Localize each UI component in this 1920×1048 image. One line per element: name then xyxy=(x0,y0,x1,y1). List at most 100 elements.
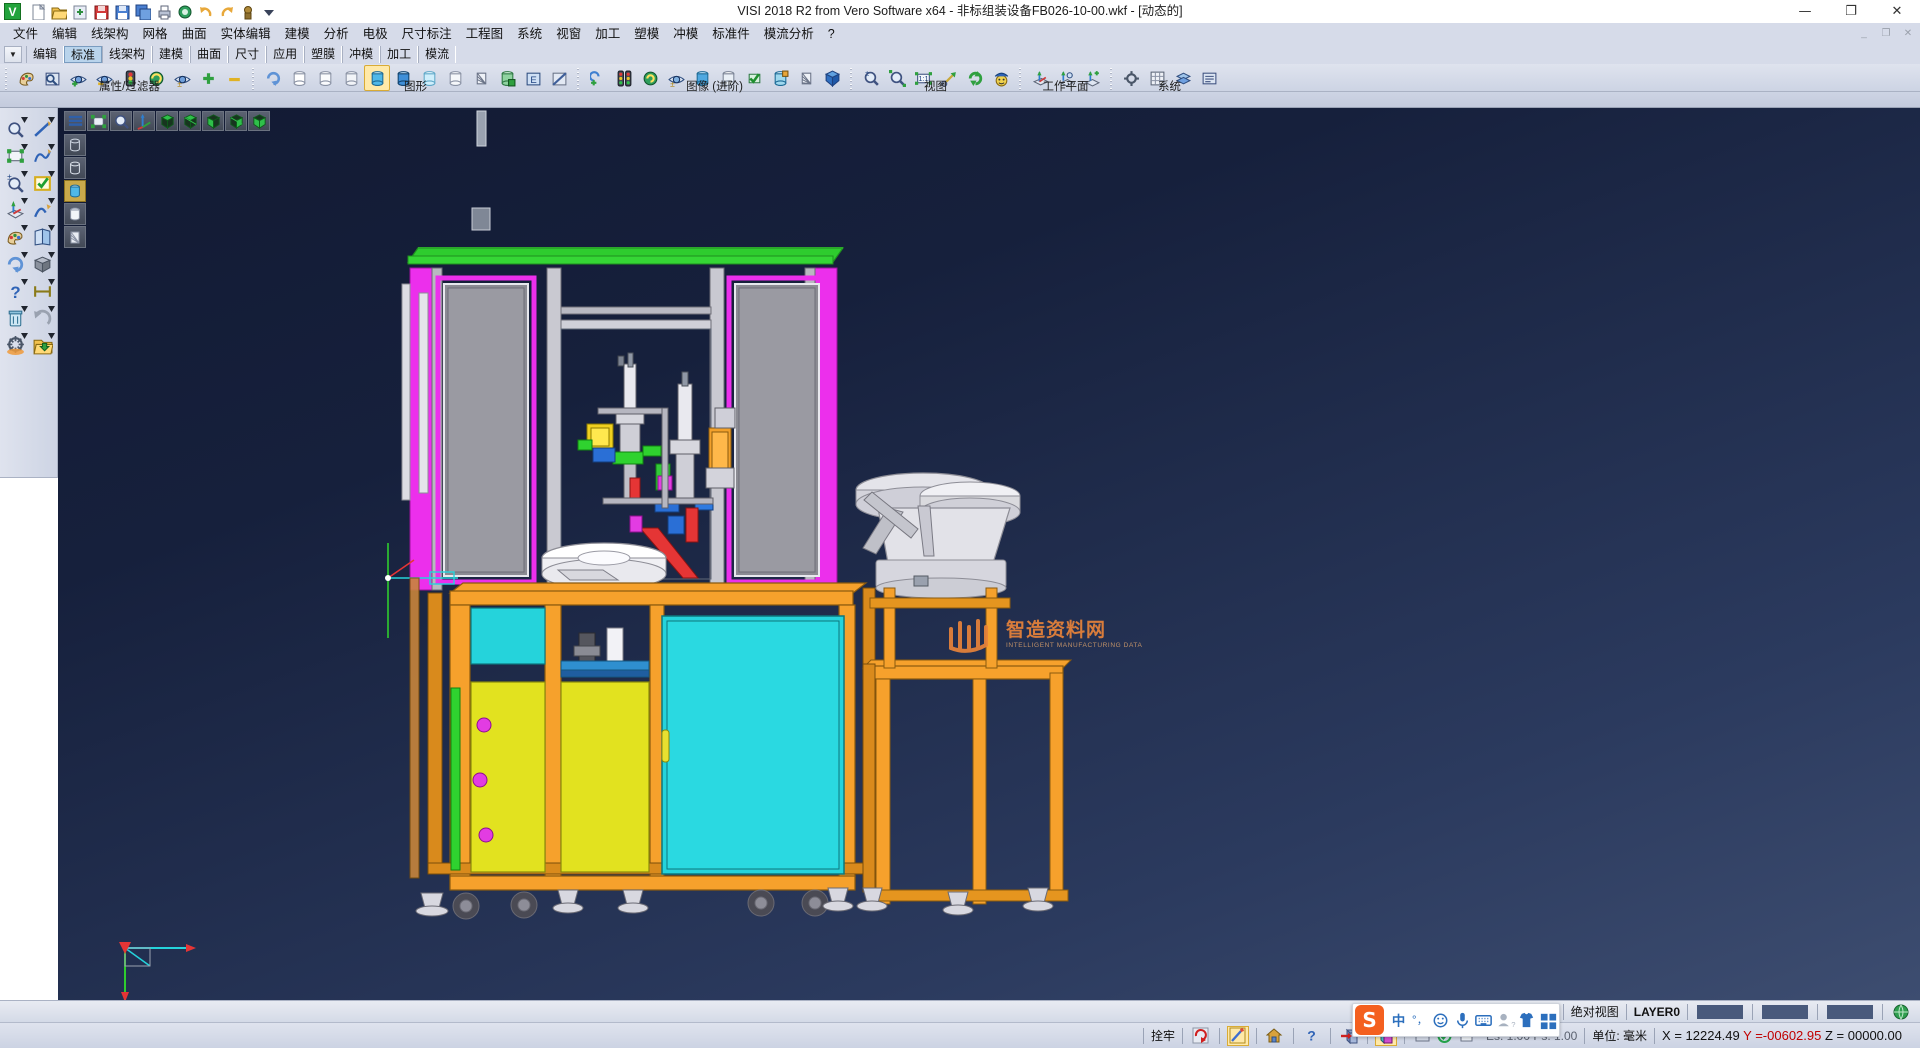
new-document-icon[interactable] xyxy=(27,2,48,21)
menu-standard-parts[interactable]: 标准件 xyxy=(705,24,757,44)
ribbon-tab-1[interactable]: 标准 xyxy=(64,46,102,63)
rotate-refresh-icon[interactable] xyxy=(962,65,988,91)
solid-color-icon[interactable] xyxy=(494,65,520,91)
undo-arrow-icon[interactable] xyxy=(29,305,56,332)
menu-analysis[interactable]: 分析 xyxy=(317,24,356,44)
ime-keyboard[interactable] xyxy=(1473,1005,1494,1035)
top-view-icon[interactable] xyxy=(179,111,201,131)
help-question-icon[interactable]: ? xyxy=(2,278,29,305)
zoom-tool-icon[interactable] xyxy=(2,116,29,143)
print-icon[interactable] xyxy=(153,2,174,21)
doc-minimize-button[interactable]: _ xyxy=(1854,26,1874,41)
render-off-icon[interactable] xyxy=(546,65,572,91)
menu-progress-die[interactable]: 冲模 xyxy=(666,24,705,44)
ribbon-tab-10[interactable]: 模流 xyxy=(418,46,456,63)
color-paint-icon[interactable] xyxy=(2,224,29,251)
ribbon-group-grip[interactable] xyxy=(4,66,9,90)
menu-machining[interactable]: 加工 xyxy=(588,24,627,44)
save-all-icon[interactable] xyxy=(132,2,153,21)
sogou-ime-toolbar[interactable]: S 中°，? xyxy=(1352,1003,1560,1037)
print-preview-icon[interactable] xyxy=(174,2,195,21)
close-button[interactable]: ✕ xyxy=(1874,0,1920,23)
spline-edit-icon[interactable] xyxy=(29,143,56,170)
check-green-icon[interactable] xyxy=(741,65,767,91)
section-icon[interactable] xyxy=(468,65,494,91)
tab-dropdown-icon[interactable]: ▼ xyxy=(4,46,22,63)
ime-toolbox[interactable] xyxy=(1538,1005,1559,1035)
ribbon-group-grip[interactable] xyxy=(849,66,854,90)
menu-system[interactable]: 系统 xyxy=(510,24,549,44)
fit-window-icon[interactable] xyxy=(87,111,109,131)
edge-color-icon[interactable]: E xyxy=(520,65,546,91)
ime-skin[interactable] xyxy=(1516,1005,1537,1035)
list-view-icon[interactable] xyxy=(64,111,86,131)
menu-electrode[interactable]: 电极 xyxy=(356,24,395,44)
menu-file[interactable]: 文件 xyxy=(6,24,45,44)
shade-face-icon[interactable] xyxy=(988,65,1014,91)
measure-distance-icon[interactable] xyxy=(29,278,56,305)
regen-icon[interactable] xyxy=(260,65,286,91)
layer-book-icon[interactable] xyxy=(29,224,56,251)
menu-drawing[interactable]: 工程图 xyxy=(459,24,511,44)
undo-icon[interactable] xyxy=(195,2,216,21)
shaded-mode-icon[interactable] xyxy=(64,180,86,202)
menu-dimension[interactable]: 尺寸标注 xyxy=(395,24,459,44)
ribbon-tab-2[interactable]: 线架构 xyxy=(102,46,152,63)
check-approve-icon[interactable] xyxy=(29,170,56,197)
globe-icon[interactable] xyxy=(1890,1002,1912,1022)
zoom-plus-icon[interactable]: ± xyxy=(2,170,29,197)
open-file-icon[interactable] xyxy=(29,332,56,359)
ribbon-tab-3[interactable]: 建模 xyxy=(152,46,190,63)
render-wheel-icon[interactable] xyxy=(2,332,29,359)
ime-user[interactable]: ? xyxy=(1495,1005,1516,1035)
save-icon[interactable] xyxy=(90,2,111,21)
select-window-icon[interactable] xyxy=(2,143,29,170)
status-view-mode[interactable]: 绝对视图 xyxy=(1571,1003,1619,1020)
hidden-line-grey-icon[interactable] xyxy=(338,65,364,91)
ribbon-group-grip[interactable] xyxy=(251,66,256,90)
front-view-icon[interactable] xyxy=(202,111,224,131)
solid-box-icon[interactable] xyxy=(29,251,56,278)
redo-icon[interactable] xyxy=(216,2,237,21)
entity-info-icon[interactable] xyxy=(39,65,65,91)
snap-cycle-icon[interactable] xyxy=(1190,1026,1212,1046)
minimize-button[interactable]: — xyxy=(1782,0,1828,23)
menu-help[interactable]: ? xyxy=(821,24,842,44)
menu-modeling[interactable]: 建模 xyxy=(278,24,317,44)
menu-mould[interactable]: 塑模 xyxy=(627,24,666,44)
overflow-chevron-icon[interactable] xyxy=(258,2,279,21)
shaded-icon[interactable] xyxy=(364,65,390,91)
config-icon[interactable] xyxy=(1196,65,1222,91)
show-add-icon[interactable] xyxy=(65,65,91,91)
ribbon-group-grip[interactable] xyxy=(1109,66,1114,90)
home-icon[interactable] xyxy=(1264,1026,1286,1046)
ribbon-tab-4[interactable]: 曲面 xyxy=(190,46,228,63)
delete-trash-icon[interactable] xyxy=(2,305,29,332)
solid-blue-icon[interactable] xyxy=(819,65,845,91)
zoom-window-icon[interactable] xyxy=(884,65,910,91)
shaded-edge-mode-icon[interactable] xyxy=(64,203,86,225)
snap-label[interactable]: 拴牢 xyxy=(1151,1027,1175,1044)
3d-viewport[interactable]: 智造资料网 INTELLIGENT MANUFACTURING DATA xyxy=(58,108,1920,1000)
ribbon-group-grip[interactable] xyxy=(1018,66,1023,90)
menu-wireframe[interactable]: 线架构 xyxy=(84,24,136,44)
hidden-line-mode-icon[interactable] xyxy=(64,157,86,179)
doc-maximize-button[interactable]: ❐ xyxy=(1876,26,1896,41)
ime-voice[interactable] xyxy=(1452,1005,1473,1035)
mesh-icon[interactable] xyxy=(793,65,819,91)
transparent-mode-icon[interactable] xyxy=(64,226,86,248)
settings-icon[interactable] xyxy=(1118,65,1144,91)
right-view-icon[interactable] xyxy=(225,111,247,131)
workplane-tool-icon[interactable] xyxy=(2,197,29,224)
regen-refresh-icon[interactable] xyxy=(2,251,29,278)
ime-lang-cn[interactable]: 中 xyxy=(1387,1005,1408,1035)
status-layer[interactable]: LAYER0 xyxy=(1634,1005,1680,1019)
hidden-line-icon[interactable] xyxy=(312,65,338,91)
silhouette-icon[interactable] xyxy=(442,65,468,91)
remove-visible-icon[interactable] xyxy=(221,65,247,91)
maximize-button[interactable]: ❐ xyxy=(1828,0,1874,23)
save-as-icon[interactable] xyxy=(111,2,132,21)
magic-wand-icon[interactable] xyxy=(1227,1026,1249,1046)
ime-logo-icon[interactable]: S xyxy=(1355,1005,1384,1035)
wireframe-icon[interactable] xyxy=(286,65,312,91)
